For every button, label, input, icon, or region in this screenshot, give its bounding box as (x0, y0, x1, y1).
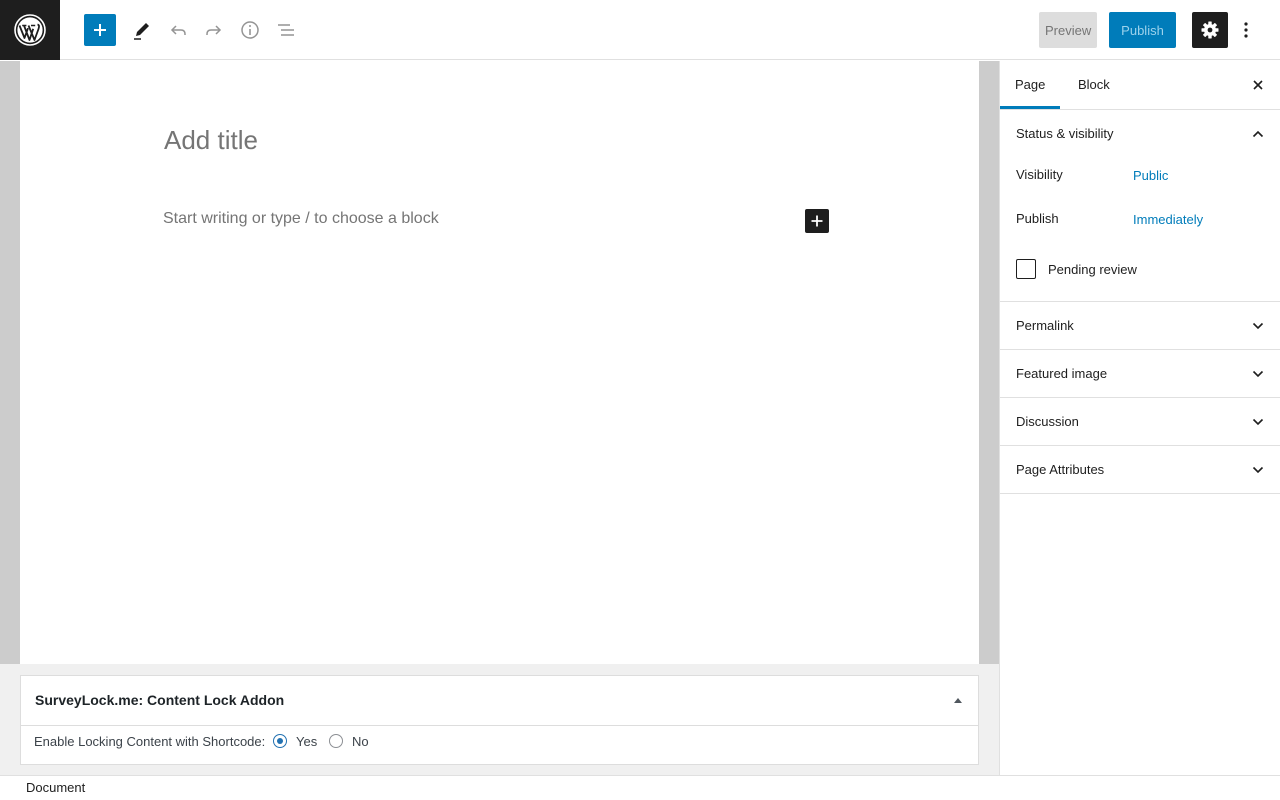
chevron-down-icon (1252, 464, 1264, 476)
pencil-icon (134, 23, 149, 40)
undo-icon (170, 25, 186, 35)
metabox-body: Enable Locking Content with Shortcode: Y… (21, 726, 978, 766)
breadcrumb[interactable]: Document (26, 780, 85, 795)
tab-page[interactable]: Page (1000, 61, 1060, 109)
page-attributes-panel[interactable]: Page Attributes (1000, 446, 1280, 494)
discussion-panel[interactable]: Discussion (1000, 398, 1280, 446)
more-vertical-icon (1244, 22, 1248, 38)
editor-canvas: Add title Start writing or type / to cho… (20, 61, 979, 664)
plus-icon (94, 24, 106, 36)
chevron-down-icon (1252, 320, 1264, 332)
settings-button[interactable] (1192, 12, 1228, 48)
list-view-icon (278, 24, 294, 36)
publish-button[interactable]: Publish (1109, 12, 1176, 48)
triangle-up-icon[interactable] (952, 694, 964, 706)
radio-yes[interactable] (273, 734, 287, 748)
editor-area: Add title Start writing or type / to cho… (0, 61, 999, 775)
block-inserter-button[interactable] (84, 14, 116, 46)
radio-yes-label[interactable]: Yes (296, 734, 317, 749)
publish-date-link[interactable]: Immediately (1133, 212, 1203, 227)
inline-block-inserter-button[interactable] (805, 209, 829, 233)
chevron-down-icon (1252, 416, 1264, 428)
visibility-label: Visibility (1016, 167, 1063, 182)
sidebar-tabs: Page Block (1000, 61, 1280, 110)
chevron-down-icon (1252, 368, 1264, 380)
preview-button[interactable]: Preview (1039, 12, 1097, 48)
metabox-title: SurveyLock.me: Content Lock Addon (35, 692, 285, 708)
redo-button[interactable] (198, 14, 230, 46)
panel-title: Page Attributes (1016, 462, 1105, 477)
panel-title: Permalink (1016, 318, 1074, 333)
list-view-button[interactable] (270, 14, 302, 46)
editor-footer: Document (0, 775, 1280, 800)
tools-button[interactable] (126, 14, 158, 46)
options-menu-button[interactable] (1234, 14, 1258, 46)
panel-title: Featured image (1016, 366, 1108, 381)
settings-sidebar: Page Block Status & visibility Visibilit… (999, 61, 1280, 775)
metabox-header[interactable]: SurveyLock.me: Content Lock Addon (21, 676, 978, 726)
publish-label: Publish (1016, 211, 1059, 226)
status-visibility-toggle[interactable]: Status & visibility (1000, 110, 1280, 157)
metabox-area: SurveyLock.me: Content Lock Addon Enable… (0, 664, 999, 775)
radio-no[interactable] (329, 734, 343, 748)
status-visibility-body: Visibility Public Publish Immediately Pe… (1000, 157, 1280, 301)
permalink-panel[interactable]: Permalink (1000, 302, 1280, 350)
shortcode-label: Enable Locking Content with Shortcode: (34, 734, 266, 749)
block-placeholder[interactable]: Start writing or type / to choose a bloc… (163, 210, 439, 228)
panel-title: Status & visibility (1016, 126, 1114, 141)
pending-review-checkbox[interactable] (1016, 259, 1036, 279)
gear-icon (1201, 21, 1219, 39)
chevron-up-icon (1252, 128, 1264, 140)
pending-review-label[interactable]: Pending review (1048, 262, 1137, 277)
undo-button[interactable] (162, 14, 194, 46)
plus-icon (811, 215, 823, 227)
panel-title: Discussion (1016, 414, 1079, 429)
redo-icon (206, 25, 222, 35)
status-visibility-panel: Status & visibility Visibility Public Pu… (1000, 110, 1280, 302)
close-icon[interactable] (1252, 79, 1264, 91)
wordpress-logo-icon[interactable] (0, 0, 60, 60)
editor-toolbar: Preview Publish (0, 0, 1280, 60)
content-lock-metabox: SurveyLock.me: Content Lock Addon Enable… (20, 675, 979, 765)
featured-image-panel[interactable]: Featured image (1000, 350, 1280, 398)
visibility-value-link[interactable]: Public (1133, 168, 1168, 183)
info-icon (241, 21, 259, 39)
details-button[interactable] (234, 14, 266, 46)
radio-no-label[interactable]: No (352, 734, 369, 749)
tab-block[interactable]: Block (1063, 61, 1125, 109)
title-input[interactable]: Add title (164, 125, 258, 156)
